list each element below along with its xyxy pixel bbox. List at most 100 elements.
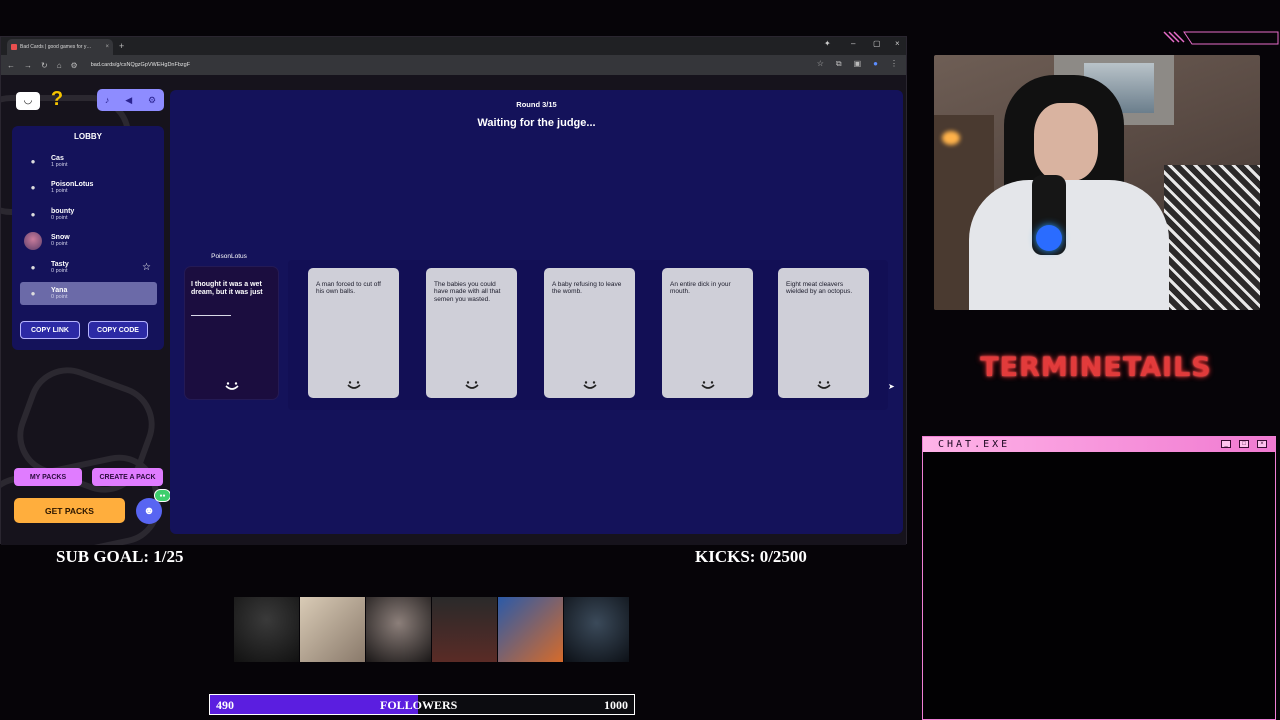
copy-code-button[interactable]: COPY CODE: [88, 321, 148, 339]
user-icon: ●: [30, 157, 36, 166]
player-points: 0 point: [51, 214, 68, 221]
smile-icon: [582, 381, 597, 389]
sound-icon[interactable]: ◀: [125, 95, 132, 106]
recent-sub-avatar: [300, 597, 365, 662]
avatar: [24, 231, 42, 250]
streamer-brand-logo: TERMINETAILS: [980, 352, 1212, 383]
my-packs-button[interactable]: MY PACKS: [14, 468, 82, 486]
webcam-feed: [934, 55, 1260, 310]
player-row: ● Tasty 0 point ☆: [20, 256, 157, 279]
answer-text: An entire dick in your mouth.: [670, 281, 731, 296]
sub-goal: SUB GOAL: 1/25: [56, 547, 184, 566]
minimize-icon: _: [1221, 440, 1231, 448]
discord-icon[interactable]: ☻: [136, 498, 162, 524]
overlay-decoration: [1163, 31, 1279, 45]
site-info-icon[interactable]: ⚙: [71, 61, 78, 70]
smile-icon: [464, 381, 479, 389]
address-bar: ← → ↻ ⌂ ⚙ bad.cards/g/csNQgzGpVWEHgDnFbz…: [1, 55, 906, 75]
url-field[interactable]: bad.cards/g/csNQgzGpVWEHgDnFbzgF: [91, 62, 190, 68]
discord-online-badge: ●●: [154, 489, 171, 502]
user-icon: ●: [30, 263, 36, 272]
maximize-icon[interactable]: ▢: [873, 39, 881, 48]
stream-screen: Bad Cards | good games for y… × + ✦ – ▢ …: [0, 0, 1280, 720]
mic-light: [1036, 225, 1062, 251]
player-name: bounty: [51, 207, 75, 215]
answer-card[interactable]: The babies you could have made with all …: [426, 268, 517, 398]
maximize-icon: □: [1239, 440, 1249, 448]
extensions-icon[interactable]: ✦: [824, 39, 831, 48]
smile-icon: [224, 382, 239, 390]
favicon-icon: [11, 44, 17, 50]
recent-sub-avatar: [366, 597, 431, 662]
player-name: Snow: [51, 233, 70, 241]
answer-card[interactable]: An entire dick in your mouth.: [662, 268, 753, 398]
get-packs-button[interactable]: GET PACKS: [14, 498, 125, 523]
player-row: ● Yana 0 point: [20, 282, 157, 305]
player-points: 1 point: [51, 187, 68, 194]
bad-cards-logo[interactable]: ◡: [16, 92, 40, 110]
back-icon[interactable]: ←: [7, 61, 15, 70]
answer-text: Eight meat cleavers wielded by an octopu…: [786, 281, 853, 296]
help-icon[interactable]: ?: [48, 88, 66, 110]
new-tab-icon[interactable]: +: [119, 41, 124, 51]
smile-icon: [346, 381, 361, 389]
copy-link-button[interactable]: COPY LINK: [20, 321, 80, 339]
player-name: Tasty: [51, 260, 69, 268]
followers-progress-bar: 490 FOLLOWERS 1000: [209, 694, 635, 715]
user-icon: ●: [30, 183, 36, 192]
game-status: Waiting for the judge...: [477, 117, 596, 129]
settings-toolbar: ♪ ◀ ⚙: [97, 89, 164, 111]
player-points: 0 point: [51, 293, 68, 300]
blank-line: [191, 315, 231, 316]
game-board: Round 3/15 Waiting for the judge... Pois…: [170, 90, 903, 534]
create-pack-button[interactable]: CREATE A PACK: [92, 468, 163, 486]
recent-sub-avatar: [564, 597, 629, 662]
chat-window: CHAT.EXE _ □ ×: [922, 436, 1276, 720]
player-points: 0 point: [51, 240, 68, 247]
close-icon: ×: [1257, 440, 1267, 448]
lobby-panel: LOBBY ● Cas 1 point ● PoisonLotus 1 point …: [12, 126, 164, 350]
lobby-title: LOBBY: [74, 132, 102, 141]
player-row: Snow 0 point: [20, 229, 157, 252]
user-icon: ●: [30, 289, 36, 298]
menu-icon[interactable]: ⋮: [890, 59, 898, 69]
lamp-light: [942, 131, 960, 145]
kicks-counter: KICKS: 0/2500: [695, 547, 807, 566]
recent-sub-avatar: [432, 597, 497, 662]
followers-current: 490: [216, 698, 234, 712]
extension-icon[interactable]: ⧉: [836, 59, 842, 69]
bookmark-star-icon[interactable]: ☆: [817, 59, 824, 69]
player-name: Cas: [51, 154, 64, 162]
player-points: 1 point: [51, 161, 68, 168]
followers-label: FOLLOWERS: [380, 698, 458, 712]
recent-sub-avatar: [498, 597, 563, 662]
side-panel-icon[interactable]: ▣: [854, 59, 862, 69]
profile-icon[interactable]: ●: [873, 59, 878, 69]
answer-text: A man forced to cut off his own balls.: [316, 281, 381, 296]
streamer-shirt: [969, 180, 1169, 310]
mute-music-icon[interactable]: ♪: [105, 95, 110, 105]
gear-icon[interactable]: ⚙: [148, 95, 156, 106]
answer-card[interactable]: A man forced to cut off his own balls.: [308, 268, 399, 398]
question-owner: PoisonLotus: [211, 253, 247, 260]
forward-icon[interactable]: →: [24, 61, 32, 70]
question-card: I thought it was a wet dream, but it was…: [185, 267, 278, 399]
round-counter: Round 3/15: [516, 100, 557, 109]
close-tab-icon[interactable]: ×: [105, 44, 109, 50]
user-icon: ●: [30, 210, 36, 219]
browser-tab[interactable]: Bad Cards | good games for y… ×: [7, 39, 113, 55]
answer-card[interactable]: Eight meat cleavers wielded by an octopu…: [778, 268, 869, 398]
minimize-icon[interactable]: –: [851, 39, 855, 48]
smile-icon: [700, 381, 715, 389]
answer-card[interactable]: A baby refusing to leave the womb.: [544, 268, 635, 398]
player-row: ● bounty 0 point: [20, 203, 157, 226]
answer-cards-area: A man forced to cut off his own balls. T…: [288, 260, 888, 410]
tab-bar: Bad Cards | good games for y… × + ✦ – ▢ …: [1, 37, 906, 55]
player-points: 0 point: [51, 267, 68, 274]
player-row: ● PoisonLotus 1 point: [20, 176, 157, 199]
home-icon[interactable]: ⌂: [57, 61, 62, 70]
player-name: PoisonLotus: [51, 180, 94, 188]
player-row: ● Cas 1 point: [20, 150, 157, 173]
close-window-icon[interactable]: ×: [895, 39, 900, 48]
reload-icon[interactable]: ↻: [41, 61, 48, 70]
